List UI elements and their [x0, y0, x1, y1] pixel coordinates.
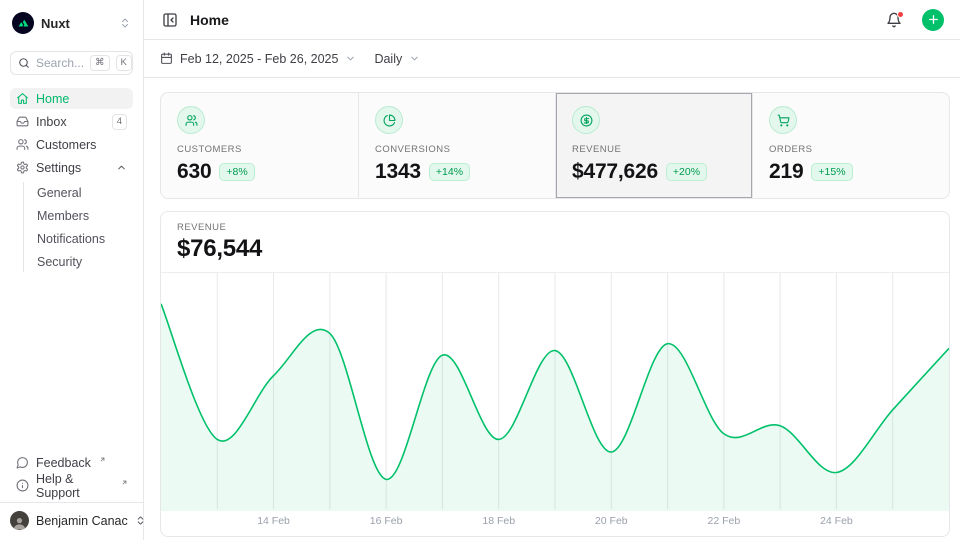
panel-left-close-icon [162, 12, 178, 28]
stat-card-orders[interactable]: ORDERS 219 +15% [752, 93, 949, 198]
search-placeholder: Search... [36, 56, 84, 70]
external-link-icon [121, 479, 128, 486]
kbd-k: K [116, 55, 132, 71]
sidebar-item-inbox[interactable]: Inbox 4 [10, 111, 133, 132]
users-icon [16, 138, 29, 151]
x-tick-label: 14 Feb [257, 515, 290, 527]
sidebar-subitem-label: Notifications [37, 232, 105, 246]
stat-label: REVENUE [572, 144, 736, 155]
sidebar-item-members[interactable]: Members [33, 205, 133, 226]
avatar [10, 511, 29, 530]
app-root: Nuxt Search... ⌘ K Home [0, 0, 960, 540]
sidebar-item-label: Feedback [36, 456, 91, 470]
stat-value: 1343 [375, 160, 421, 184]
house-icon [16, 92, 29, 105]
user-name: Benjamin Canac [36, 514, 128, 528]
stat-delta-badge: +14% [429, 163, 470, 181]
stat-label: CUSTOMERS [177, 144, 342, 155]
inbox-count-badge: 4 [112, 114, 127, 130]
nuxt-logo-icon [12, 12, 34, 34]
stat-label: ORDERS [769, 144, 933, 155]
x-tick-label: 20 Feb [595, 515, 628, 527]
sidebar-item-customers[interactable]: Customers [10, 134, 133, 155]
sidebar-subitem-label: Members [37, 209, 89, 223]
sidebar-item-label: Customers [36, 138, 96, 152]
info-circle-icon [16, 479, 29, 492]
sidebar-item-label: Inbox [36, 115, 67, 129]
page-header: Home [144, 0, 960, 40]
sidebar-item-notifications[interactable]: Notifications [33, 228, 133, 249]
stat-label: CONVERSIONS [375, 144, 539, 155]
x-tick-label: 22 Feb [707, 515, 740, 527]
sidebar-item-home[interactable]: Home [10, 88, 133, 109]
team-name: Nuxt [41, 16, 112, 31]
chevron-down-icon [409, 53, 420, 64]
collapse-sidebar-button[interactable] [160, 10, 180, 30]
inbox-icon [16, 115, 29, 128]
chart-kicker: REVENUE [177, 222, 933, 233]
sidebar-subitem-label: Security [37, 255, 82, 269]
chart-canvas [161, 273, 949, 511]
revenue-chart-panel: REVENUE $76,544 14 Feb 16 Feb 18 Feb 20 Feb… [160, 211, 950, 537]
chevrons-up-down-icon [119, 17, 131, 29]
settings-subnav: General Members Notifications Security [23, 182, 133, 272]
sidebar-item-settings[interactable]: Settings [10, 157, 133, 178]
date-range-picker[interactable]: Feb 12, 2025 - Feb 26, 2025 [160, 52, 356, 66]
sidebar-item-label: Help & Support [36, 472, 113, 500]
stat-card-revenue[interactable]: REVENUE $477,626 +20% [555, 93, 752, 198]
dollar-circle-icon [572, 106, 600, 134]
plus-icon [927, 13, 940, 26]
x-axis-ticks: 14 Feb 16 Feb 18 Feb 20 Feb 22 Feb 24 Feb [161, 511, 949, 536]
chevron-down-icon [345, 53, 356, 64]
message-circle-icon [16, 456, 29, 469]
external-link-icon [99, 456, 106, 463]
users-icon [177, 106, 205, 134]
sidebar-item-label: Settings [36, 161, 81, 175]
chart-value: $76,544 [177, 235, 933, 263]
user-menu[interactable]: Benjamin Canac [0, 502, 143, 532]
sidebar-item-label: Home [36, 92, 69, 106]
stats-row: CUSTOMERS 630 +8% CONVERSIONS 1343 +14% [160, 92, 950, 199]
stat-card-customers[interactable]: CUSTOMERS 630 +8% [161, 93, 358, 198]
date-range-value: Feb 12, 2025 - Feb 26, 2025 [180, 52, 338, 66]
dashboard-content: CUSTOMERS 630 +8% CONVERSIONS 1343 +14% [144, 78, 960, 540]
search-icon [18, 57, 30, 69]
pie-chart-icon [375, 106, 403, 134]
sidebar-footer: Feedback Help & Support [10, 452, 133, 502]
sidebar-item-security[interactable]: Security [33, 251, 133, 272]
stat-value: 219 [769, 160, 803, 184]
sidebar-nav: Home Inbox 4 Customers Setting [10, 88, 133, 272]
team-switcher[interactable]: Nuxt [10, 8, 133, 38]
main-area: Home Feb 12, 2025 - Feb 26, 2025 [144, 0, 960, 540]
stat-delta-badge: +20% [666, 163, 707, 181]
calendar-icon [160, 52, 173, 65]
sidebar: Nuxt Search... ⌘ K Home [0, 0, 144, 540]
sidebar-subitem-label: General [37, 186, 81, 200]
page-title: Home [190, 12, 874, 28]
period-select[interactable]: Daily [374, 52, 420, 66]
kbd-cmd: ⌘ [90, 55, 110, 71]
cart-icon [769, 106, 797, 134]
sidebar-item-help-support[interactable]: Help & Support [10, 475, 133, 496]
sidebar-item-feedback[interactable]: Feedback [10, 452, 133, 473]
period-value: Daily [374, 52, 402, 66]
x-tick-label: 18 Feb [482, 515, 515, 527]
x-tick-label: 16 Feb [370, 515, 403, 527]
chevron-up-icon [116, 162, 127, 173]
sidebar-item-general[interactable]: General [33, 182, 133, 203]
chart-header: REVENUE $76,544 [161, 212, 949, 273]
filter-toolbar: Feb 12, 2025 - Feb 26, 2025 Daily [144, 40, 960, 78]
revenue-area-chart[interactable] [161, 273, 949, 511]
stat-delta-badge: +15% [811, 163, 852, 181]
stat-value: 630 [177, 160, 211, 184]
add-button[interactable] [922, 9, 944, 31]
notifications-button[interactable] [884, 10, 904, 30]
stat-delta-badge: +8% [219, 163, 254, 181]
x-tick-label: 24 Feb [820, 515, 853, 527]
stat-value: $477,626 [572, 160, 658, 184]
search-input[interactable]: Search... ⌘ K [10, 51, 133, 75]
notification-dot [897, 11, 904, 18]
stat-card-conversions[interactable]: CONVERSIONS 1343 +14% [358, 93, 555, 198]
gear-icon [16, 161, 29, 174]
